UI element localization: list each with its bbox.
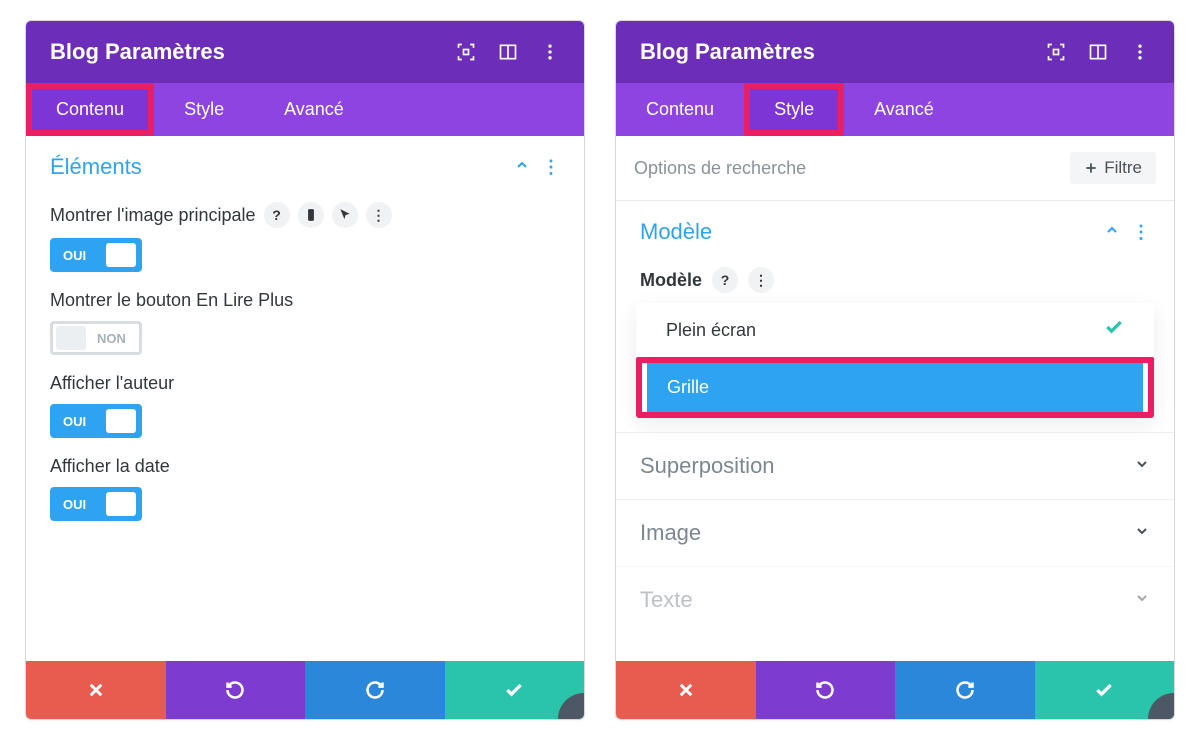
toggle-knob — [56, 326, 86, 350]
more-vertical-icon[interactable]: ⋮ — [542, 157, 560, 178]
panel-body: Modèle ⋮ Modèle ? ⋮ Plein écran — [616, 201, 1174, 661]
search-bar: Options de recherche Filtre — [616, 136, 1174, 201]
section-header-layout[interactable]: Modèle ⋮ — [616, 201, 1174, 255]
panel-header: Blog Paramètres — [26, 21, 584, 83]
section-title: Éléments — [50, 154, 142, 180]
more-vertical-icon[interactable] — [540, 42, 560, 62]
tab-content[interactable]: Contenu — [26, 83, 154, 136]
panel-title: Blog Paramètres — [50, 39, 225, 65]
columns-icon[interactable] — [1088, 42, 1108, 62]
tab-bar: Contenu Style Avancé — [26, 83, 584, 136]
cursor-icon[interactable] — [332, 202, 358, 228]
toggle-knob — [106, 492, 136, 516]
toggle-show-read-more[interactable]: NON — [50, 321, 142, 355]
mobile-icon[interactable] — [298, 202, 324, 228]
redo-button[interactable] — [895, 661, 1035, 719]
header-actions — [1046, 42, 1150, 62]
check-icon — [1104, 317, 1124, 343]
section-title: Modèle — [640, 219, 712, 245]
chevron-down-icon — [1134, 523, 1150, 544]
tab-style[interactable]: Style — [744, 83, 844, 136]
option-show-date: Afficher la date OUI — [26, 444, 584, 527]
more-vertical-icon[interactable]: ⋮ — [748, 267, 774, 293]
section-text[interactable]: Texte — [616, 566, 1174, 633]
tab-bar: Contenu Style Avancé — [616, 83, 1174, 136]
undo-button[interactable] — [756, 661, 896, 719]
more-vertical-icon[interactable] — [1130, 42, 1150, 62]
panel-footer — [616, 661, 1174, 719]
dropdown-option-fullscreen[interactable]: Plein écran — [636, 303, 1154, 357]
header-actions — [456, 42, 560, 62]
cancel-button[interactable] — [616, 661, 756, 719]
option-show-author: Afficher l'auteur OUI — [26, 361, 584, 444]
help-icon[interactable]: ? — [712, 267, 738, 293]
option-label: Montrer le bouton En Lire Plus — [50, 290, 293, 311]
tab-advanced[interactable]: Avancé — [844, 83, 964, 136]
tab-advanced[interactable]: Avancé — [254, 83, 374, 136]
option-label: Montrer l'image principale — [50, 205, 256, 226]
redo-button[interactable] — [305, 661, 445, 719]
toggle-knob — [106, 243, 136, 267]
panel-title: Blog Paramètres — [640, 39, 815, 65]
tab-content[interactable]: Contenu — [616, 83, 744, 136]
section-image[interactable]: Image — [616, 499, 1174, 566]
filter-button[interactable]: Filtre — [1070, 152, 1156, 184]
columns-icon[interactable] — [498, 42, 518, 62]
more-vertical-icon[interactable]: ⋮ — [366, 202, 392, 228]
scan-icon[interactable] — [456, 42, 476, 62]
settings-panel-style: Blog Paramètres Contenu Style Avancé Opt… — [615, 20, 1175, 720]
option-show-featured-image: Montrer l'image principale ? ⋮ OUI — [26, 190, 584, 278]
option-label: Afficher la date — [50, 456, 170, 477]
field-label: Modèle — [640, 270, 702, 291]
tab-style[interactable]: Style — [154, 83, 254, 136]
scan-icon[interactable] — [1046, 42, 1066, 62]
option-show-read-more: Montrer le bouton En Lire Plus NON — [26, 278, 584, 361]
field-label-row: Modèle ? ⋮ — [616, 255, 1174, 297]
option-label: Afficher l'auteur — [50, 373, 174, 394]
help-icon[interactable]: ? — [264, 202, 290, 228]
toggle-knob — [106, 409, 136, 433]
panel-footer — [26, 661, 584, 719]
panel-header: Blog Paramètres — [616, 21, 1174, 83]
toggle-show-featured-image[interactable]: OUI — [50, 238, 142, 272]
settings-panel-content: Blog Paramètres Contenu Style Avancé Élé… — [25, 20, 585, 720]
chevron-down-icon — [1134, 456, 1150, 477]
more-vertical-icon[interactable]: ⋮ — [1132, 222, 1150, 243]
undo-button[interactable] — [166, 661, 306, 719]
section-header-elements[interactable]: Éléments ⋮ — [26, 136, 584, 190]
panel-body: Éléments ⋮ Montrer l'image principale ? … — [26, 136, 584, 661]
cancel-button[interactable] — [26, 661, 166, 719]
layout-dropdown[interactable]: Plein écran Grille — [636, 303, 1154, 418]
section-overlay[interactable]: Superposition — [616, 432, 1174, 499]
dropdown-option-grid[interactable]: Grille — [642, 363, 1148, 412]
chevron-down-icon — [1134, 590, 1150, 611]
chevron-up-icon[interactable] — [514, 157, 530, 178]
chevron-up-icon[interactable] — [1104, 222, 1120, 243]
toggle-show-author[interactable]: OUI — [50, 404, 142, 438]
search-placeholder[interactable]: Options de recherche — [634, 158, 806, 179]
toggle-show-date[interactable]: OUI — [50, 487, 142, 521]
